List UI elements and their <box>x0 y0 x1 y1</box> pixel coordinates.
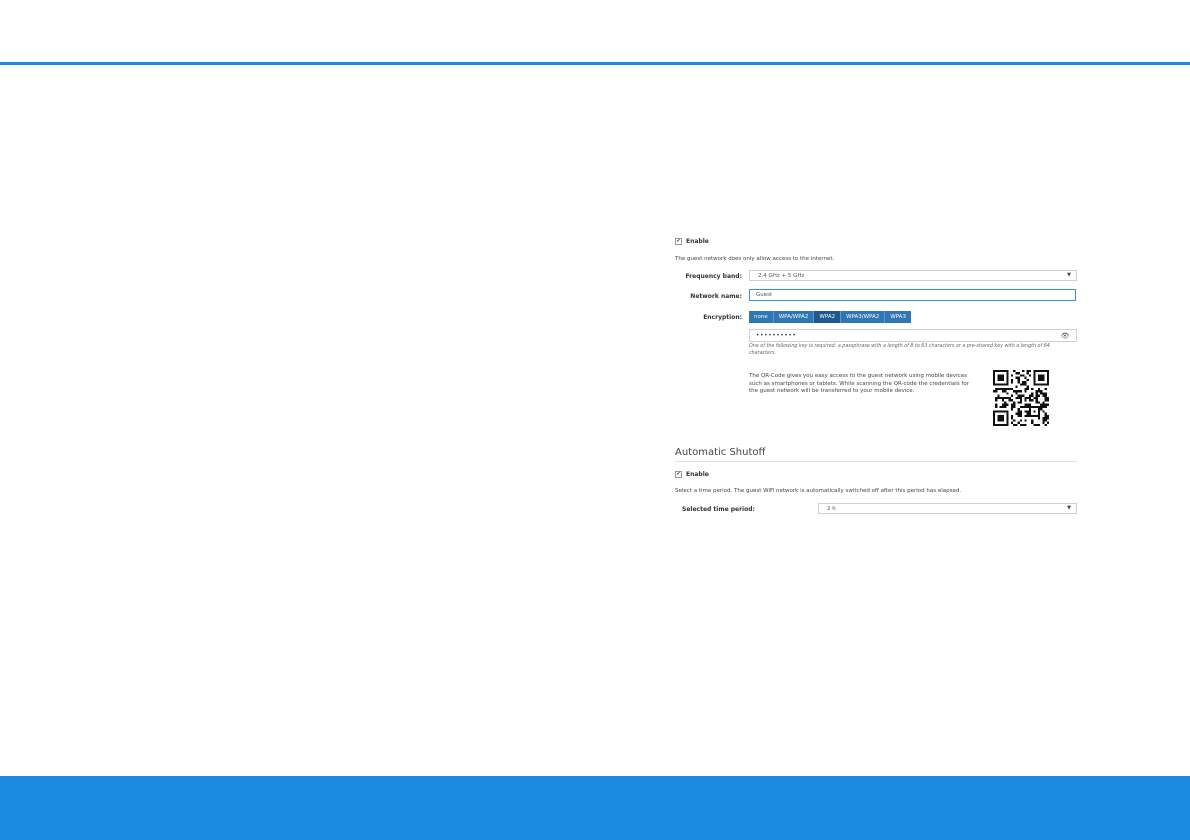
period-select[interactable]: 2 h ▼ <box>818 503 1077 514</box>
guest-enable-label: Enable <box>686 238 709 245</box>
footer-band <box>0 776 1190 840</box>
encryption-button-group: none WPA/WPA2 WPA2 WPA3/WPA2 WPA3 <box>749 311 911 323</box>
caret-down-icon: ▼ <box>1067 505 1071 511</box>
network-name-input[interactable] <box>749 289 1076 301</box>
guest-enable-checkbox[interactable]: ✔ Enable <box>675 238 709 245</box>
period-label: Selected time period: <box>682 506 755 513</box>
guest-note: The guest network does only allow access… <box>675 256 835 262</box>
caret-down-icon: ▼ <box>1067 272 1071 278</box>
password-mask: •••••••••• <box>756 332 797 339</box>
shutoff-heading: Automatic Shutoff <box>675 447 766 458</box>
frequency-label: Frequency band: <box>685 273 742 280</box>
shutoff-divider <box>675 461 1077 462</box>
encryption-option-none[interactable]: none <box>749 311 774 323</box>
shutoff-note: Select a time period. The guest WiFi net… <box>675 488 962 494</box>
eye-icon[interactable]: 👁 <box>1061 332 1070 340</box>
encryption-option-wpa3-wpa2[interactable]: WPA3/WPA2 <box>841 311 886 323</box>
qr-code-icon <box>993 370 1049 426</box>
password-field[interactable]: •••••••••• 👁 <box>749 329 1077 342</box>
qr-description: The QR-Code gives you easy access to the… <box>749 373 969 394</box>
frequency-select[interactable]: 2.4 GHz + 5 GHz ▼ <box>749 270 1077 281</box>
header-accent-line <box>0 62 1190 65</box>
key-hint: One of the following key is required: a … <box>749 344 1050 356</box>
encryption-option-wpa-wpa2[interactable]: WPA/WPA2 <box>773 311 815 323</box>
frequency-value: 2.4 GHz + 5 GHz <box>758 272 805 279</box>
period-value: 2 h <box>827 505 836 512</box>
checkmark-icon[interactable]: ✔ <box>675 471 682 478</box>
network-name-label: Network name: <box>690 293 742 300</box>
shutoff-enable-checkbox[interactable]: ✔ Enable <box>675 471 709 478</box>
encryption-label: Encryption: <box>703 314 742 321</box>
encryption-option-wpa2[interactable]: WPA2 <box>814 311 842 323</box>
checkmark-icon[interactable]: ✔ <box>675 238 682 245</box>
shutoff-enable-label: Enable <box>686 471 709 478</box>
encryption-option-wpa3[interactable]: WPA3 <box>885 311 911 323</box>
